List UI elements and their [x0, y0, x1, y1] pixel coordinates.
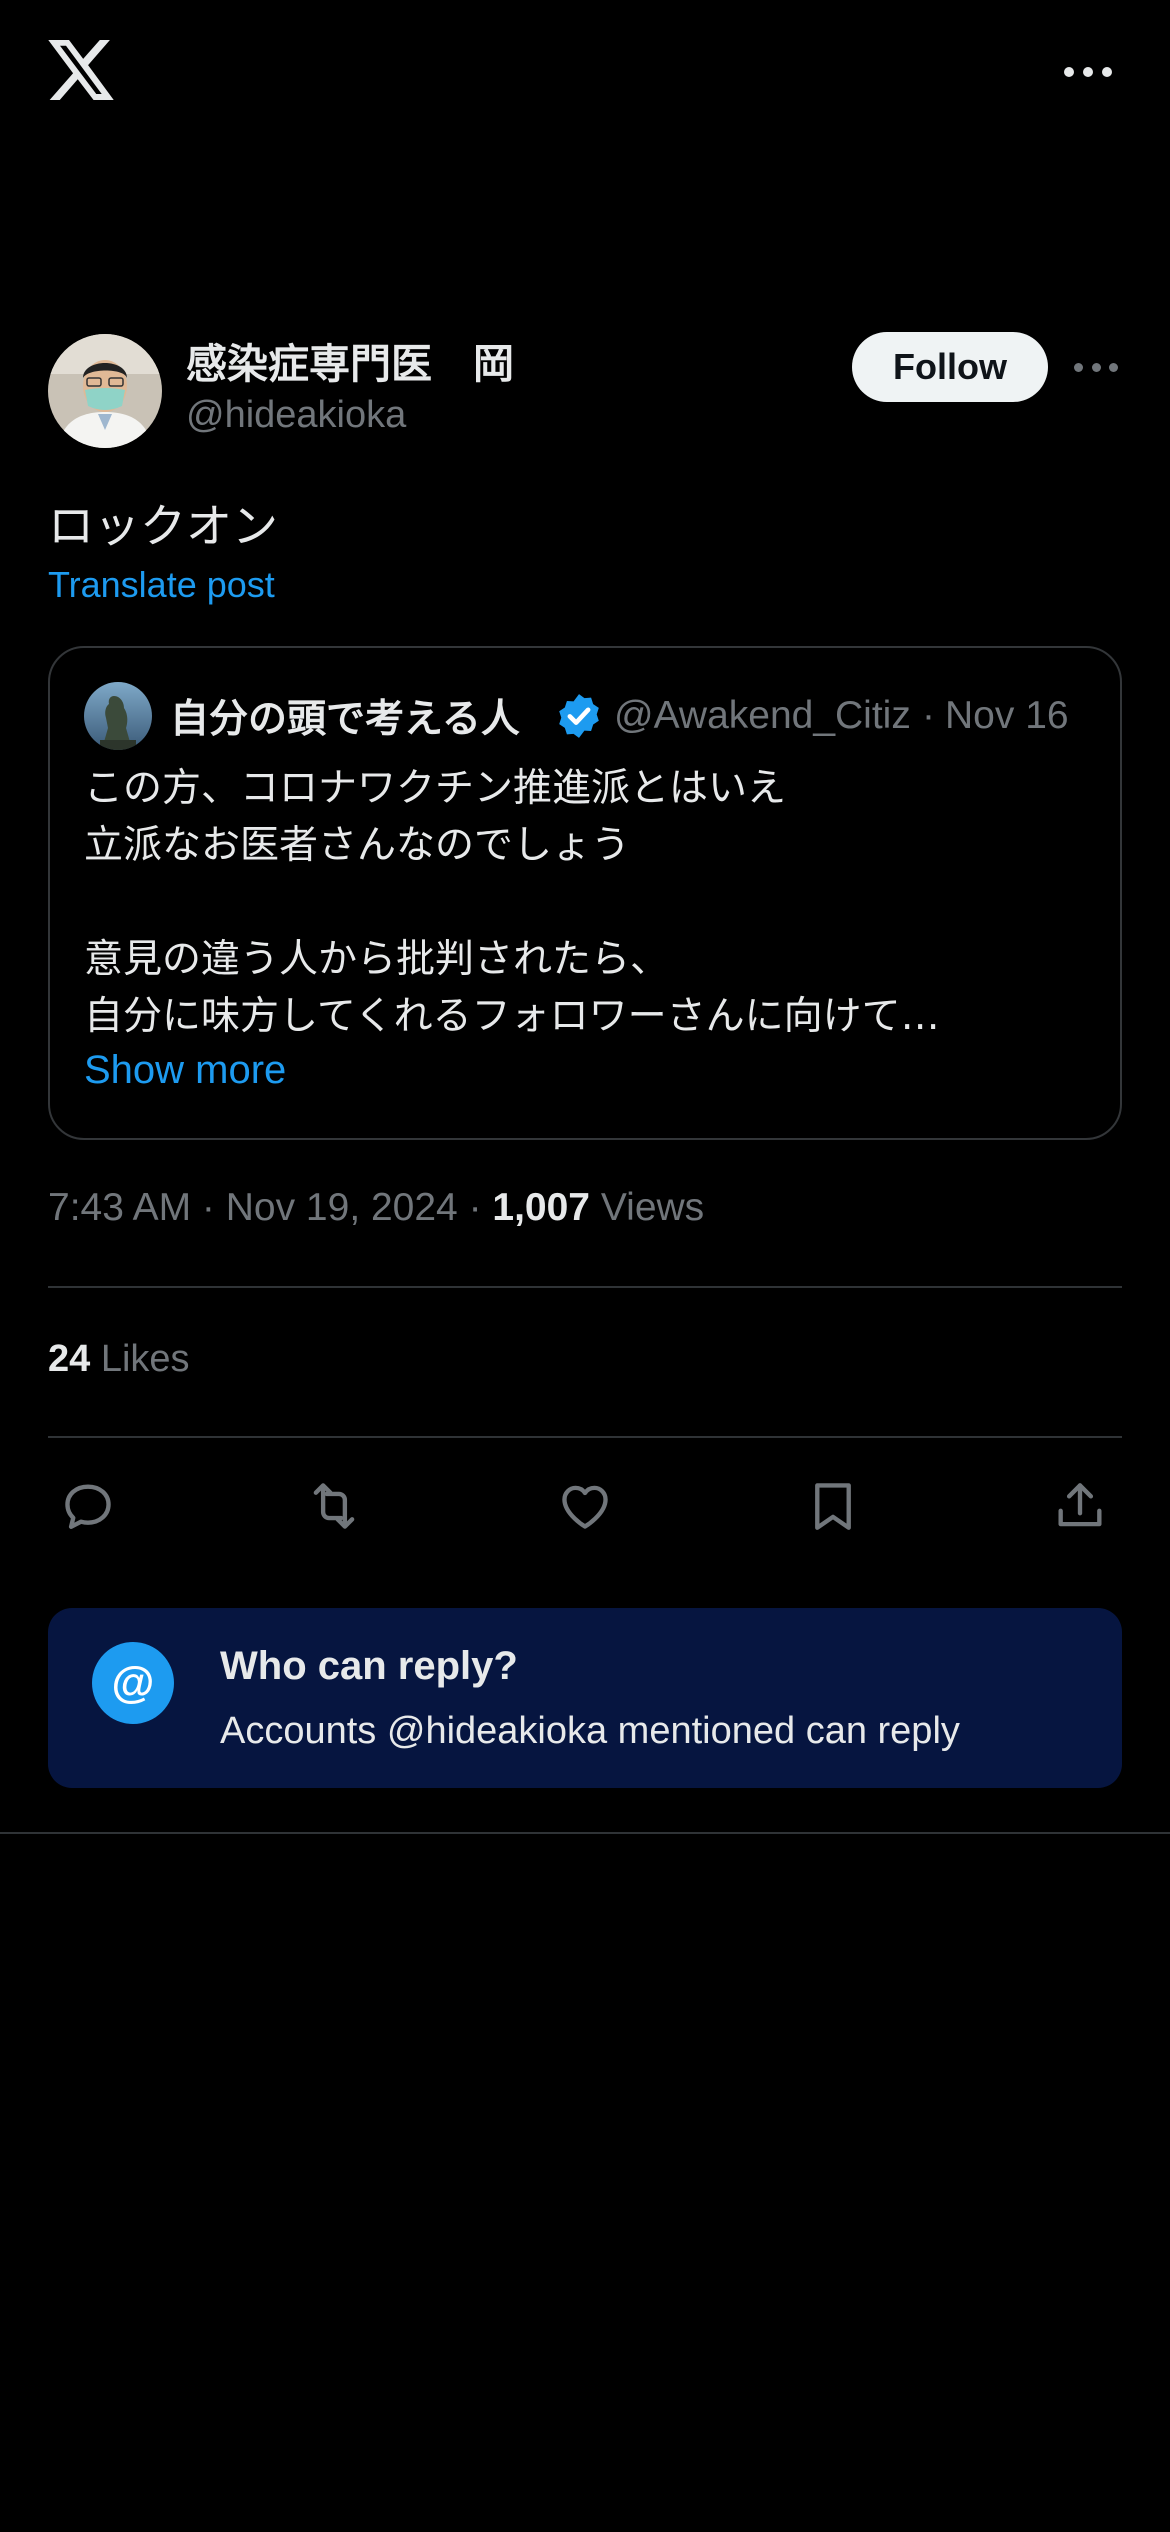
author-handle[interactable]: @hideakioka	[186, 394, 406, 437]
bookmark-icon[interactable]	[797, 1470, 869, 1542]
likes-summary[interactable]: 24 Likes	[48, 1338, 190, 1381]
post-more-icon[interactable]	[1074, 354, 1118, 380]
likes-label: Likes	[90, 1338, 190, 1380]
quoted-header: 自分の頭で考える人 @Awakend_Citizen · Nov 16	[170, 684, 1100, 748]
views-label: Views	[590, 1186, 705, 1229]
quoted-date[interactable]: Nov 16	[945, 694, 1069, 738]
quoted-handle[interactable]: @Awakend_Citizen	[614, 694, 912, 738]
reply-description: Accounts @hideakioka mentioned can reply	[220, 1710, 960, 1752]
verified-badge-icon	[559, 694, 599, 738]
top-bar	[0, 0, 1170, 150]
action-bar	[48, 1470, 1122, 1542]
quoted-post-card[interactable]: 自分の頭で考える人 @Awakend_Citizen · Nov 16 この方、…	[48, 646, 1122, 1140]
x-logo-icon[interactable]	[48, 40, 114, 100]
share-icon[interactable]	[1044, 1470, 1116, 1542]
more-options-icon[interactable]	[1058, 54, 1118, 90]
repost-icon[interactable]	[298, 1470, 370, 1542]
post-timestamp[interactable]: 7:43 AM · Nov 19, 2024 ·	[48, 1186, 492, 1229]
at-icon: @	[92, 1642, 174, 1724]
divider	[48, 1436, 1122, 1438]
follow-button[interactable]: Follow	[852, 332, 1048, 402]
divider	[48, 1286, 1122, 1288]
reply-title: Who can reply?	[220, 1644, 518, 1688]
reply-icon[interactable]	[52, 1470, 124, 1542]
divider	[0, 1832, 1170, 1834]
quoted-body: この方、コロナワクチン推進派とはいえ 立派なお医者さんなのでしょう 意見の違う人…	[84, 766, 940, 1039]
post-text: ロックオン	[48, 499, 278, 553]
heart-icon[interactable]	[549, 1470, 621, 1542]
likes-count: 24	[48, 1338, 91, 1380]
quoted-separator: ·	[922, 694, 935, 737]
show-more-link[interactable]: Show more	[84, 1048, 286, 1093]
translate-post-link[interactable]: Translate post	[48, 564, 275, 606]
views-count: 1,007	[492, 1186, 591, 1229]
who-can-reply-box: @ Who can reply? Accounts @hideakioka me…	[48, 1608, 1122, 1788]
author-name[interactable]: 感染症専門医 岡	[186, 330, 514, 390]
quoted-avatar[interactable]	[84, 682, 152, 750]
post-meta: 7:43 AM · Nov 19, 2024 · 1,007 Views	[48, 1186, 704, 1230]
quoted-author-name[interactable]: 自分の頭で考える人	[170, 688, 550, 744]
avatar[interactable]	[48, 334, 162, 448]
